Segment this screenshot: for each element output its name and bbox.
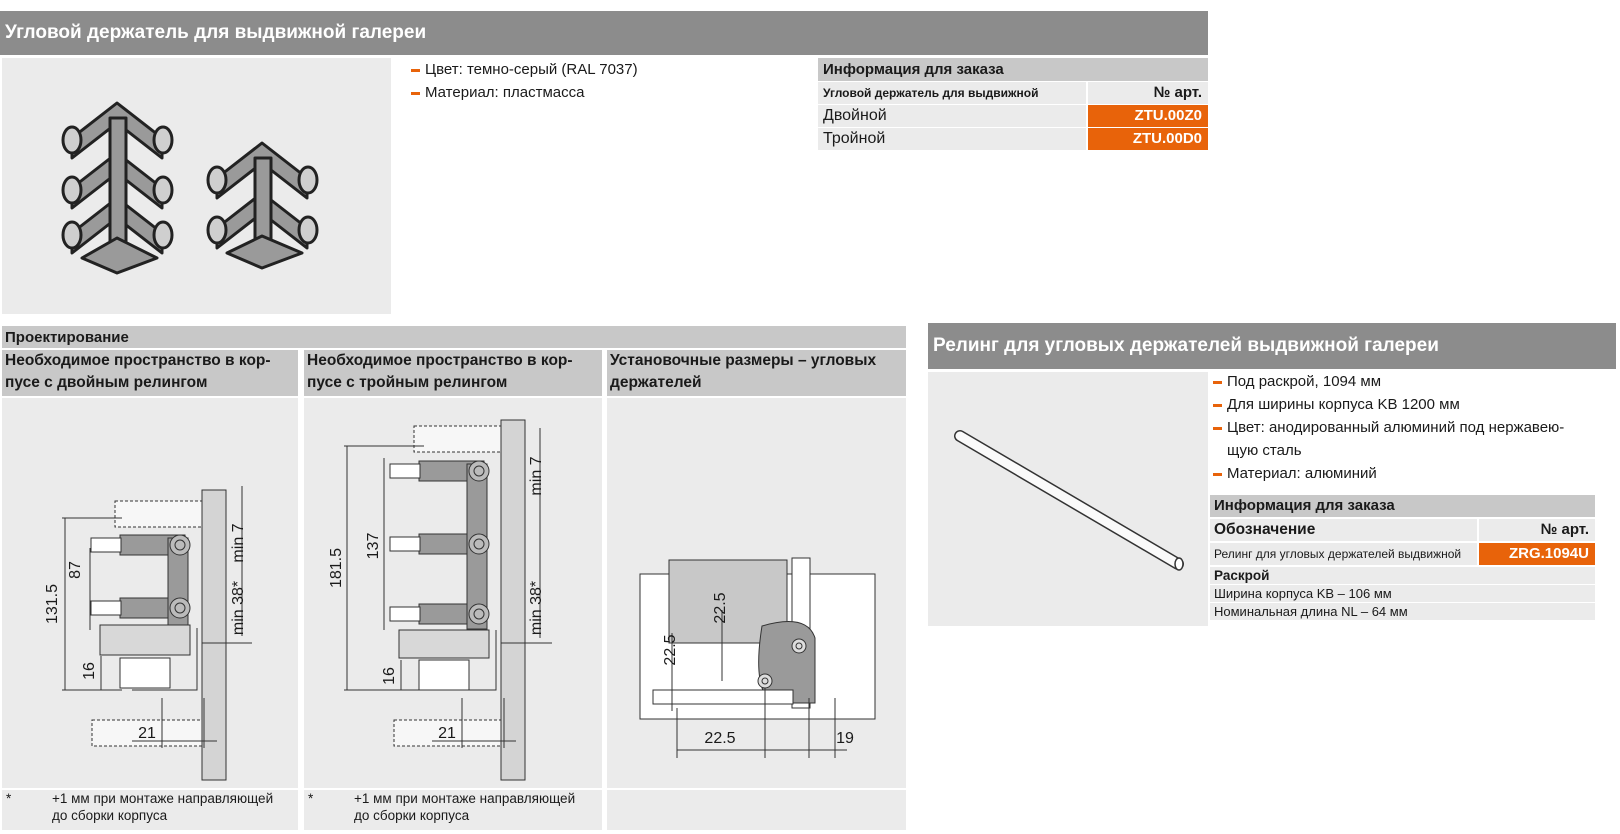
order-row-art: ZTU.00Z0: [1088, 105, 1208, 127]
product1-image: [2, 58, 391, 314]
bullet: Материал: пластмасса: [411, 81, 638, 104]
dim-label: min 7: [528, 456, 545, 495]
design-title: Проектирование: [2, 326, 906, 348]
dim-label: min 7: [230, 523, 247, 562]
order-info-title: Информация для заказа: [818, 58, 1208, 81]
bullet: Цвет: темно-серый (RAL 7037): [411, 58, 638, 81]
note-line: +1 мм при монтаже направляющей: [354, 791, 576, 806]
dimension-drawing: 131.5 87 16 21 min 7 min 38*: [44, 486, 252, 781]
cut-line: Ширина корпуса KB – 106 мм: [1210, 585, 1595, 602]
note-line: до сборки корпуса: [52, 808, 168, 823]
dim-label: 16: [381, 667, 398, 685]
dim-label: 22.5: [704, 730, 735, 747]
note-2: * +1 мм при монтаже направляющей до сбор…: [304, 790, 602, 830]
product2-bullets: Под раскрой, 1094 мм Для ширины корпуса …: [1213, 370, 1564, 485]
product1-title: Угловой держатель для выдвижной галереи: [0, 11, 1208, 55]
cut-line: Номинальная длина NL – 64 мм: [1210, 603, 1595, 620]
order-col-desc: Угловой держатель для выдвижной галереи: [818, 82, 1086, 122]
dim-label: 87: [67, 561, 84, 579]
dim-label: 16: [81, 662, 98, 680]
order2-info-title: Информация для заказа: [1210, 495, 1595, 517]
order-col-art: № арт.: [1088, 82, 1208, 104]
bullet: Для ширины корпуса KB 1200 мм: [1213, 393, 1564, 416]
order2-row-art: ZRG.1094U: [1479, 543, 1595, 565]
dim-label: 22.5: [712, 592, 729, 623]
drawing-double-rail: 131.5 87 16 21 min 7 min 38*: [2, 398, 298, 788]
bullet-continuation: щую сталь: [1227, 442, 1302, 459]
dimension-drawing: 181.5 137 16 21 min 7 min 38*: [328, 419, 552, 781]
cut-title: Раскрой: [1210, 567, 1595, 584]
drawing-triple-rail: 181.5 137 16 21 min 7 min 38*: [304, 398, 602, 788]
order-row-name: Двойной: [818, 105, 1086, 127]
dim-label: 131.5: [44, 584, 61, 624]
product1-bullets: Цвет: темно-серый (RAL 7037) Материал: п…: [411, 58, 638, 104]
note-3: [607, 790, 906, 830]
heading-line: пусе с двойным релингом: [5, 374, 208, 391]
corner-holder-drawing: [61, 101, 319, 275]
order-row-art: ZTU.00D0: [1088, 128, 1208, 150]
drawing-mounting-dims: 22.5 22.5 22.5 19: [607, 398, 906, 788]
dim-label: 22.5: [662, 634, 679, 665]
dim-label: 137: [365, 533, 382, 560]
design-col1-title: Необходимое пространство в кор- пусе с д…: [2, 350, 298, 396]
dimension-drawing: 22.5 22.5 22.5 19: [639, 557, 876, 758]
note-line: до сборки корпуса: [354, 808, 470, 823]
dim-label: min 38*: [230, 581, 247, 635]
product2-title: Релинг для угловых держателей выдвижной …: [928, 323, 1616, 369]
note-line: +1 мм при монтаже направляющей: [52, 791, 274, 806]
design-col3-title: Установочные размеры – угловых держателе…: [607, 350, 906, 396]
bullet: Под раскрой, 1094 мм: [1213, 370, 1564, 393]
order2-col-art: № арт.: [1479, 519, 1595, 541]
bullet: Материал: алюминий: [1213, 462, 1564, 485]
note-1: * +1 мм при монтаже направляющей до сбор…: [2, 790, 298, 830]
heading-line: Необходимое пространство в кор-: [307, 352, 573, 369]
dim-label: min 38*: [528, 581, 545, 635]
order2-row-name: Релинг для угловых держателей выдвижной …: [1210, 543, 1477, 583]
dim-label: 19: [836, 730, 854, 747]
heading-line: пусе с тройным релингом: [307, 374, 508, 391]
rail-drawing: [954, 430, 1184, 571]
design-col2-title: Необходимое пространство в кор- пусе с т…: [304, 350, 602, 396]
dim-label: 181.5: [328, 548, 345, 588]
product2-image: [928, 372, 1208, 626]
dim-label: 21: [138, 725, 156, 742]
bullet: Цвет: анодированный алюминий под нержаве…: [1213, 416, 1564, 439]
order-row-name: Тройной: [818, 128, 1086, 150]
dim-label: 21: [438, 725, 456, 742]
heading-line: Установочные размеры – угловых: [610, 352, 877, 369]
heading-line: Необходимое пространство в кор-: [5, 352, 271, 369]
order2-col-desc: Обозначение: [1210, 519, 1477, 541]
footnote-mark: *: [6, 791, 12, 806]
footnote-mark: *: [308, 791, 314, 806]
heading-line: держателей: [610, 374, 702, 391]
